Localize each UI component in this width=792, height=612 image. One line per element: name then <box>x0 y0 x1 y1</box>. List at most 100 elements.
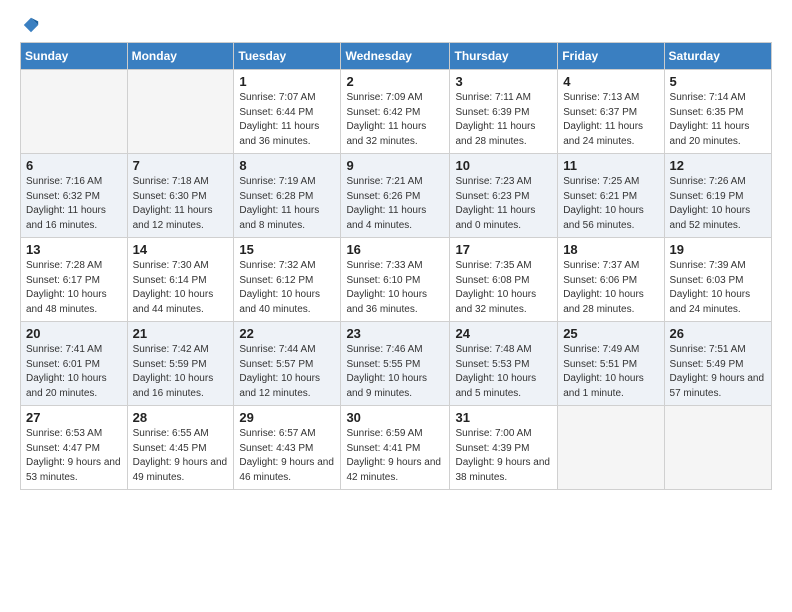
calendar-cell: 1 Sunrise: 7:07 AM Sunset: 6:44 PM Daylig… <box>234 70 341 154</box>
calendar-cell: 24Sunrise: 7:48 AM Sunset: 5:53 PM Dayli… <box>450 322 558 406</box>
page: SundayMondayTuesdayWednesdayThursdayFrid… <box>0 0 792 612</box>
day-number: 23 <box>346 326 444 341</box>
calendar-cell: 23 Sunrise: 7:46 AM Sunset: 5:55 PM Dayli… <box>341 322 450 406</box>
day-info: Sunrise: 7:46 AM Sunset: 5:55 PM Dayligh… <box>346 343 444 401</box>
calendar-cell: 13Sunrise: 7:28 AM Sunset: 6:17 PM Dayli… <box>21 238 128 322</box>
day-info: Sunrise: 7:30 AM Sunset: 6:14 PM Dayligh… <box>133 259 229 317</box>
calendar-header-tuesday: Tuesday <box>234 43 341 70</box>
day-number: 5 <box>670 74 766 89</box>
day-info: Sunrise: 7:25 AM Sunset: 6:21 PM Dayligh… <box>563 175 658 233</box>
calendar-cell: 15 Sunrise: 7:32 AM Sunset: 6:12 PM Dayli… <box>234 238 341 322</box>
day-number: 15 <box>239 242 335 257</box>
calendar-week-5: 27Sunrise: 6:53 AM Sunset: 4:47 PM Dayli… <box>21 406 772 490</box>
calendar-cell <box>664 406 771 490</box>
calendar-cell: 9Sunrise: 7:21 AM Sunset: 6:26 PM Daylig… <box>341 154 450 238</box>
day-info: Sunrise: 7:28 AM Sunset: 6:17 PM Dayligh… <box>26 259 122 317</box>
day-number: 18 <box>563 242 658 257</box>
logo <box>20 16 40 34</box>
calendar-cell: 8 Sunrise: 7:19 AM Sunset: 6:28 PM Daylig… <box>234 154 341 238</box>
day-info: Sunrise: 7:13 AM Sunset: 6:37 PM Dayligh… <box>563 91 658 149</box>
calendar-cell: 22 Sunrise: 7:44 AM Sunset: 5:57 PM Dayli… <box>234 322 341 406</box>
calendar-header-monday: Monday <box>127 43 234 70</box>
calendar-cell: 12 Sunrise: 7:26 AM Sunset: 6:19 PM Dayli… <box>664 154 771 238</box>
day-number: 17 <box>455 242 552 257</box>
day-info: Sunrise: 7:21 AM Sunset: 6:26 PM Dayligh… <box>346 175 444 233</box>
day-info: Sunrise: 7:33 AM Sunset: 6:10 PM Dayligh… <box>346 259 444 317</box>
day-info: Sunrise: 7:19 AM Sunset: 6:28 PM Dayligh… <box>239 175 335 233</box>
day-info: Sunrise: 7:41 AM Sunset: 6:01 PM Dayligh… <box>26 343 122 401</box>
day-number: 29 <box>239 410 335 425</box>
day-number: 19 <box>670 242 766 257</box>
calendar-header-friday: Friday <box>558 43 664 70</box>
calendar-header-row: SundayMondayTuesdayWednesdayThursdayFrid… <box>21 43 772 70</box>
day-info: Sunrise: 6:59 AM Sunset: 4:41 PM Dayligh… <box>346 427 444 485</box>
calendar-week-1: 1 Sunrise: 7:07 AM Sunset: 6:44 PM Daylig… <box>21 70 772 154</box>
day-number: 3 <box>455 74 552 89</box>
day-number: 11 <box>563 158 658 173</box>
calendar-week-4: 20 Sunrise: 7:41 AM Sunset: 6:01 PM Dayli… <box>21 322 772 406</box>
logo-icon <box>22 16 40 34</box>
day-number: 4 <box>563 74 658 89</box>
day-number: 30 <box>346 410 444 425</box>
day-info: Sunrise: 7:23 AM Sunset: 6:23 PM Dayligh… <box>455 175 552 233</box>
day-number: 1 <box>239 74 335 89</box>
day-info: Sunrise: 7:07 AM Sunset: 6:44 PM Dayligh… <box>239 91 335 149</box>
day-number: 28 <box>133 410 229 425</box>
day-info: Sunrise: 7:32 AM Sunset: 6:12 PM Dayligh… <box>239 259 335 317</box>
calendar-week-3: 13Sunrise: 7:28 AM Sunset: 6:17 PM Dayli… <box>21 238 772 322</box>
calendar-cell: 6 Sunrise: 7:16 AM Sunset: 6:32 PM Daylig… <box>21 154 128 238</box>
calendar-cell: 25Sunrise: 7:49 AM Sunset: 5:51 PM Dayli… <box>558 322 664 406</box>
day-info: Sunrise: 6:55 AM Sunset: 4:45 PM Dayligh… <box>133 427 229 485</box>
calendar-week-2: 6 Sunrise: 7:16 AM Sunset: 6:32 PM Daylig… <box>21 154 772 238</box>
day-number: 8 <box>239 158 335 173</box>
day-info: Sunrise: 7:35 AM Sunset: 6:08 PM Dayligh… <box>455 259 552 317</box>
calendar-header-saturday: Saturday <box>664 43 771 70</box>
day-info: Sunrise: 7:14 AM Sunset: 6:35 PM Dayligh… <box>670 91 766 149</box>
day-info: Sunrise: 7:16 AM Sunset: 6:32 PM Dayligh… <box>26 175 122 233</box>
day-info: Sunrise: 7:37 AM Sunset: 6:06 PM Dayligh… <box>563 259 658 317</box>
calendar-header-thursday: Thursday <box>450 43 558 70</box>
day-info: Sunrise: 7:11 AM Sunset: 6:39 PM Dayligh… <box>455 91 552 149</box>
day-info: Sunrise: 7:09 AM Sunset: 6:42 PM Dayligh… <box>346 91 444 149</box>
calendar-cell <box>21 70 128 154</box>
day-number: 24 <box>455 326 552 341</box>
day-info: Sunrise: 7:39 AM Sunset: 6:03 PM Dayligh… <box>670 259 766 317</box>
calendar-cell: 16 Sunrise: 7:33 AM Sunset: 6:10 PM Dayli… <box>341 238 450 322</box>
day-number: 22 <box>239 326 335 341</box>
calendar-cell: 10 Sunrise: 7:23 AM Sunset: 6:23 PM Dayli… <box>450 154 558 238</box>
day-number: 14 <box>133 242 229 257</box>
day-number: 26 <box>670 326 766 341</box>
calendar-cell: 28 Sunrise: 6:55 AM Sunset: 4:45 PM Dayli… <box>127 406 234 490</box>
header <box>20 16 772 34</box>
calendar-cell: 19 Sunrise: 7:39 AM Sunset: 6:03 PM Dayli… <box>664 238 771 322</box>
calendar-header-sunday: Sunday <box>21 43 128 70</box>
calendar-cell <box>127 70 234 154</box>
day-number: 2 <box>346 74 444 89</box>
calendar-cell: 26Sunrise: 7:51 AM Sunset: 5:49 PM Dayli… <box>664 322 771 406</box>
day-number: 31 <box>455 410 552 425</box>
calendar-cell: 20 Sunrise: 7:41 AM Sunset: 6:01 PM Dayli… <box>21 322 128 406</box>
calendar-cell: 18 Sunrise: 7:37 AM Sunset: 6:06 PM Dayli… <box>558 238 664 322</box>
day-number: 21 <box>133 326 229 341</box>
calendar-cell <box>558 406 664 490</box>
day-info: Sunrise: 7:26 AM Sunset: 6:19 PM Dayligh… <box>670 175 766 233</box>
day-number: 10 <box>455 158 552 173</box>
calendar-cell: 29 Sunrise: 6:57 AM Sunset: 4:43 PM Dayli… <box>234 406 341 490</box>
day-info: Sunrise: 7:49 AM Sunset: 5:51 PM Dayligh… <box>563 343 658 401</box>
calendar-cell: 4 Sunrise: 7:13 AM Sunset: 6:37 PM Daylig… <box>558 70 664 154</box>
calendar-cell: 14 Sunrise: 7:30 AM Sunset: 6:14 PM Dayli… <box>127 238 234 322</box>
day-info: Sunrise: 6:57 AM Sunset: 4:43 PM Dayligh… <box>239 427 335 485</box>
day-number: 6 <box>26 158 122 173</box>
day-number: 12 <box>670 158 766 173</box>
day-info: Sunrise: 7:44 AM Sunset: 5:57 PM Dayligh… <box>239 343 335 401</box>
calendar-cell: 5 Sunrise: 7:14 AM Sunset: 6:35 PM Daylig… <box>664 70 771 154</box>
calendar-cell: 11 Sunrise: 7:25 AM Sunset: 6:21 PM Dayli… <box>558 154 664 238</box>
calendar-cell: 2 Sunrise: 7:09 AM Sunset: 6:42 PM Daylig… <box>341 70 450 154</box>
calendar-cell: 3 Sunrise: 7:11 AM Sunset: 6:39 PM Daylig… <box>450 70 558 154</box>
day-number: 16 <box>346 242 444 257</box>
day-number: 7 <box>133 158 229 173</box>
day-info: Sunrise: 7:00 AM Sunset: 4:39 PM Dayligh… <box>455 427 552 485</box>
calendar-cell: 7Sunrise: 7:18 AM Sunset: 6:30 PM Daylig… <box>127 154 234 238</box>
day-number: 20 <box>26 326 122 341</box>
calendar-cell: 21Sunrise: 7:42 AM Sunset: 5:59 PM Dayli… <box>127 322 234 406</box>
